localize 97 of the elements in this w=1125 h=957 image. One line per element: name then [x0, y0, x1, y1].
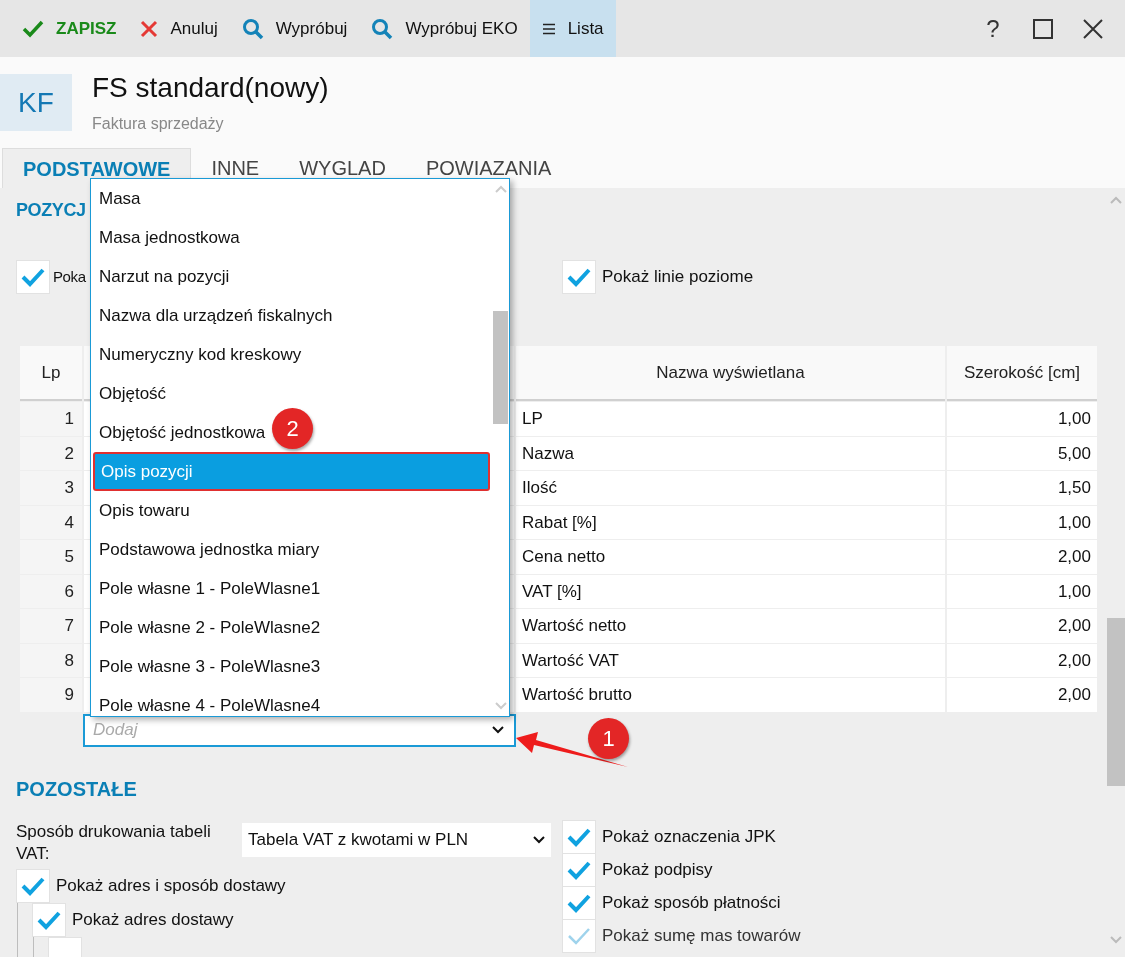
row-number: 9: [20, 678, 82, 712]
chevron-down-icon: [492, 725, 504, 734]
chevron-down-icon: [533, 835, 545, 844]
checkmark-icon: [567, 267, 591, 287]
dropdown-item[interactable]: Pole własne 4 - PoleWlasne4: [93, 686, 327, 716]
checkbox-label: Pokaż oznaczenia JPK: [602, 826, 776, 849]
dropdown-item[interactable]: Nazwa dla urządzeń fiskalnych: [93, 296, 339, 335]
table-cell: 2,00: [947, 540, 1097, 574]
table-cell: LP: [516, 402, 945, 436]
checkmark-icon: [22, 19, 44, 38]
checkmark-icon: [567, 860, 591, 880]
dropdown-item[interactable]: Podstawowa jednostka miary: [93, 530, 326, 569]
row-number: 6: [20, 574, 82, 608]
vat-select[interactable]: Tabela VAT z kwotami w PLN: [242, 822, 551, 857]
table-cell: 1,00: [947, 402, 1097, 436]
close-icon: [140, 19, 159, 38]
row-number: 8: [20, 643, 82, 677]
section-heading: POZOSTAŁE: [16, 776, 138, 801]
dropdown-item[interactable]: Objętość jednostkowa: [93, 413, 272, 452]
row-number: 2: [20, 436, 82, 470]
checkbox-label: Pokaż adres dostawy: [72, 908, 234, 931]
checkbox[interactable]: [16, 260, 50, 294]
toolbar-button[interactable]: Anuluj: [128, 0, 230, 57]
maximize-icon: [1033, 18, 1053, 39]
toolbar-button[interactable]: Lista: [529, 0, 616, 57]
table-cell: Wartość netto: [516, 609, 945, 643]
scroll-up-icon: [1110, 196, 1122, 204]
table-cell: 1,00: [947, 505, 1097, 539]
dropdown-item[interactable]: Pole własne 1 - PoleWlasne1: [93, 569, 327, 608]
table-cell: 2,00: [947, 643, 1097, 677]
document-subtitle: Faktura sprzedaży: [92, 113, 225, 134]
scroll-down-icon: [1110, 936, 1122, 944]
checkbox[interactable]: [32, 902, 66, 937]
toolbar-button[interactable]: Wypróbuj: [229, 0, 360, 57]
document-badge: KF: [0, 74, 72, 131]
checkbox[interactable]: [16, 868, 50, 903]
dropdown-item[interactable]: Opis towaru: [93, 491, 196, 530]
section-heading: POZYCJ: [16, 199, 86, 222]
column-header: Szerokość [cm]: [947, 346, 1097, 401]
table-cell: Nazwa: [516, 436, 945, 470]
checkbox-label: Pokaż sposób płatności: [602, 892, 781, 915]
tab[interactable]: POWIAZANIA: [405, 148, 572, 188]
scrollbar-thumb[interactable]: [493, 311, 508, 424]
checkbox[interactable]: [562, 853, 596, 887]
table-cell: Wartość VAT: [516, 643, 945, 677]
field-label: Sposób drukowania tabeli VAT:: [16, 820, 212, 865]
dropdown-item[interactable]: Objętość: [93, 374, 173, 413]
checkmark-icon: [37, 909, 61, 930]
row-number: 5: [20, 540, 82, 574]
checkbox-label: Pokaż linie poziome: [602, 266, 754, 289]
tab[interactable]: WYGLAD: [279, 148, 406, 188]
checkmark-icon: [21, 875, 45, 896]
dropdown-item[interactable]: Masa jednostkowa: [93, 218, 246, 257]
checkbox[interactable]: [562, 260, 596, 294]
dropdown-item[interactable]: Numeryczny kod kreskowy: [93, 335, 308, 374]
checkbox-label: Pokaż sumę mas towarów: [602, 925, 801, 948]
scroll-down-icon: [494, 702, 507, 710]
search-icon: [241, 17, 264, 40]
table-cell: Wartość brutto: [516, 678, 945, 712]
row-number: 3: [20, 471, 82, 505]
dropdown-item[interactable]: Pole własne 3 - PoleWlasne3: [93, 647, 327, 686]
table-cell: VAT [%]: [516, 574, 945, 608]
checkbox[interactable]: [562, 886, 596, 920]
dropdown-item[interactable]: Narzut na pozycji: [93, 257, 236, 296]
row-number: 1: [20, 402, 82, 436]
row-number: 4: [20, 505, 82, 539]
table-cell: 2,00: [947, 678, 1097, 712]
checkmark-icon: [567, 926, 591, 946]
table-cell: Rabat [%]: [516, 505, 945, 539]
checkbox-label: Poka: [53, 266, 86, 287]
checkbox-label: Pokaż podpisy: [602, 859, 713, 882]
checkbox[interactable]: [562, 820, 596, 854]
document-title: FS standard(nowy): [92, 70, 329, 105]
checkbox-label: Pokaż adres i sposób dostawy: [56, 874, 286, 897]
row-number: 7: [20, 609, 82, 643]
table-cell: 5,00: [947, 436, 1097, 470]
table-cell: Cena netto: [516, 540, 945, 574]
checkmark-icon: [21, 267, 45, 287]
step-badge: 1: [588, 718, 629, 759]
close-icon: [1083, 18, 1103, 39]
column-header: Lp: [20, 346, 82, 401]
checkmark-icon: [567, 893, 591, 913]
checkmark-icon: [567, 827, 591, 847]
menu-icon: [541, 22, 556, 35]
scrollbar-thumb[interactable]: [1107, 618, 1125, 786]
tab[interactable]: INNE: [191, 148, 280, 188]
toolbar-button[interactable]: ZAPISZ: [10, 0, 129, 57]
column-header: Nazwa wyświetlana: [516, 346, 945, 401]
toolbar-button[interactable]: Wypróbuj EKO: [359, 0, 530, 57]
table-cell: 2,00: [947, 609, 1097, 643]
help-button[interactable]: ?: [975, 10, 1011, 47]
dropdown-item[interactable]: Pole własne 2 - PoleWlasne2: [93, 608, 327, 647]
table-cell: Ilość: [516, 471, 945, 505]
search-icon: [371, 17, 394, 40]
table-cell: 1,50: [947, 471, 1097, 505]
scroll-up-icon: [494, 185, 507, 193]
table-cell: 1,00: [947, 574, 1097, 608]
